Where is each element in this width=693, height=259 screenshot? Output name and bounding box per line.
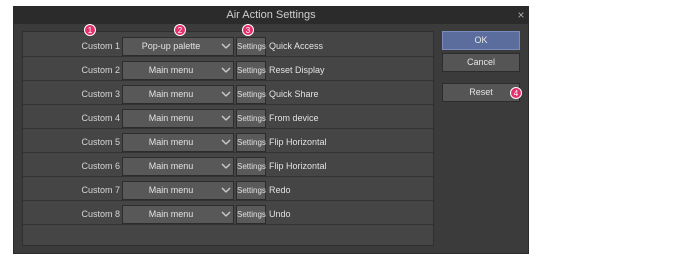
custom-slot-label: Custom 7: [81, 185, 120, 195]
chevron-down-icon: [221, 91, 231, 97]
chevron-down-icon: [221, 187, 231, 193]
settings-button[interactable]: Settings: [236, 205, 266, 224]
dropdown-selected-value: Pop-up palette: [141, 41, 201, 51]
callout-marker: 4: [510, 87, 522, 99]
action-type-dropdown[interactable]: Main menu: [122, 133, 234, 152]
title-bar: Air Action Settings ×: [14, 7, 528, 24]
action-type-dropdown[interactable]: Main menu: [122, 85, 234, 104]
dropdown-selected-value: Main menu: [148, 65, 194, 75]
reset-button[interactable]: Reset: [442, 83, 520, 102]
custom-slot-label: Custom 4: [81, 113, 120, 123]
assigned-action-label: Reset Display: [269, 65, 325, 75]
cancel-button[interactable]: Cancel: [442, 53, 520, 72]
custom-slot-label: Custom 2: [81, 65, 120, 75]
assigned-action-label: From device: [269, 113, 319, 123]
settings-button[interactable]: Settings: [236, 61, 266, 80]
dropdown-selected-value: Main menu: [148, 137, 194, 147]
action-type-dropdown[interactable]: Main menu: [122, 181, 234, 200]
chevron-down-icon: [221, 67, 231, 73]
custom-row: Custom 8 Main menu Settings Undo: [23, 203, 433, 225]
assigned-action-label: Redo: [269, 185, 291, 195]
dropdown-selected-value: Main menu: [148, 185, 194, 195]
dropdown-selected-value: Main menu: [148, 113, 194, 123]
settings-button[interactable]: Settings: [236, 109, 266, 128]
custom-row: Custom 3 Main menu Settings Quick Share: [23, 83, 433, 105]
dropdown-selected-value: Main menu: [148, 161, 194, 171]
action-type-dropdown[interactable]: Main menu: [122, 61, 234, 80]
custom-slot-label: Custom 5: [81, 137, 120, 147]
dropdown-selected-value: Main menu: [148, 209, 194, 219]
dropdown-selected-value: Main menu: [148, 89, 194, 99]
action-type-dropdown[interactable]: Main menu: [122, 109, 234, 128]
custom-row: Custom 6 Main menu Settings Flip Horizontal: [23, 155, 433, 177]
custom-row: Custom 7 Main menu Settings Redo: [23, 179, 433, 201]
custom-slot-label: Custom 6: [81, 161, 120, 171]
custom-slot-label: Custom 3: [81, 89, 120, 99]
chevron-down-icon: [221, 163, 231, 169]
settings-button[interactable]: Settings: [236, 133, 266, 152]
chevron-down-icon: [221, 211, 231, 217]
settings-button[interactable]: Settings: [236, 37, 266, 56]
ok-button[interactable]: OK: [442, 31, 520, 50]
custom-row: Custom 1 Pop-up palette Settings Quick Acce…: [23, 35, 433, 57]
settings-button[interactable]: Settings: [236, 85, 266, 104]
callout-marker: 1: [84, 24, 96, 36]
assigned-action-label: Quick Share: [269, 89, 319, 99]
close-icon[interactable]: ×: [514, 7, 528, 24]
assigned-action-label: Undo: [269, 209, 291, 219]
assigned-action-label: Quick Access: [269, 41, 324, 51]
custom-row: Custom 4 Main menu Settings From device: [23, 107, 433, 129]
chevron-down-icon: [221, 139, 231, 145]
settings-button[interactable]: Settings: [236, 157, 266, 176]
custom-row: Custom 5 Main menu Settings Flip Horizontal: [23, 131, 433, 153]
assigned-action-label: Flip Horizontal: [269, 137, 327, 147]
action-type-dropdown[interactable]: Main menu: [122, 205, 234, 224]
action-type-dropdown[interactable]: Main menu: [122, 157, 234, 176]
callout-marker: 3: [242, 24, 254, 36]
callout-marker: 2: [174, 24, 186, 36]
assigned-action-label: Flip Horizontal: [269, 161, 327, 171]
chevron-down-icon: [221, 43, 231, 49]
chevron-down-icon: [221, 115, 231, 121]
custom-slot-label: Custom 8: [81, 209, 120, 219]
air-action-settings-dialog: Air Action Settings × Custom 1 Pop-up pal…: [13, 6, 529, 254]
custom-row: Custom 2 Main menu Settings Reset Display: [23, 59, 433, 81]
action-type-dropdown[interactable]: Pop-up palette: [122, 37, 234, 56]
custom-actions-panel: Custom 1 Pop-up palette Settings Quick Acce…: [22, 31, 434, 246]
dialog-title: Air Action Settings: [226, 9, 316, 21]
custom-slot-label: Custom 1: [81, 41, 120, 51]
settings-button[interactable]: Settings: [236, 181, 266, 200]
